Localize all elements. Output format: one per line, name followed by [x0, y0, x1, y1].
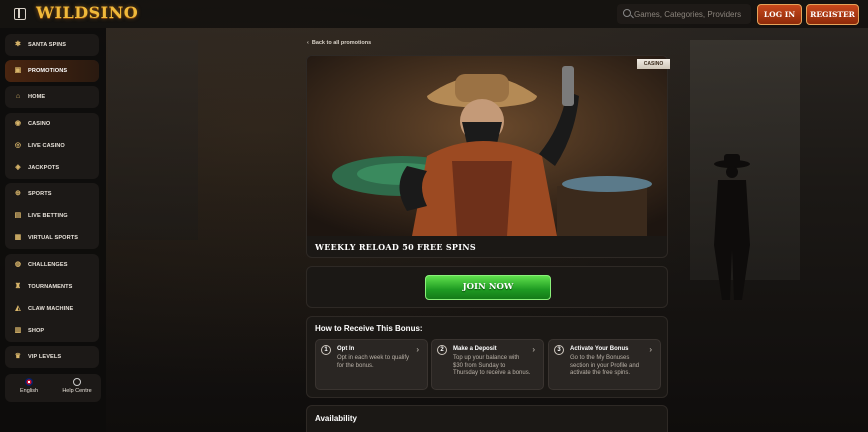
sidebar-item-santa-spins[interactable]: ✱ SANTA SPINS — [5, 34, 99, 56]
chevron-right-icon: › — [649, 345, 652, 354]
step-number: 1 — [321, 345, 331, 355]
sidebar-item-live-casino[interactable]: ◎ LIVE CASINO — [5, 135, 99, 157]
casino-badge: CASINO — [637, 59, 670, 69]
nav-group-extras: ◍ CHALLENGES ♜ TOURNAMENTS ◭ CLAW MACHIN… — [5, 254, 99, 342]
snowflake-icon: ✱ — [15, 41, 21, 48]
sidebar-item-label: PROMOTIONS — [28, 68, 68, 74]
sidebar-item-label: VIRTUAL SPORTS — [28, 235, 79, 241]
sidebar-item-tournaments[interactable]: ♜ TOURNAMENTS — [5, 276, 99, 298]
promotion-title: WEEKLY RELOAD 50 FREE SPINS — [315, 242, 476, 252]
background-building — [108, 40, 198, 240]
nav-group-promotions: ▣ PROMOTIONS — [5, 60, 99, 82]
availability-title: Availability — [315, 414, 357, 423]
challenges-icon: ◍ — [14, 261, 22, 268]
step-description: Opt in each week to qualify for the bonu… — [337, 355, 410, 369]
sidebar-item-vip-levels[interactable]: ♛ VIP LEVELS — [5, 346, 99, 368]
jackpot-icon: ◈ — [15, 164, 21, 171]
step-description: Top up your balance with $30 from Sunday… — [453, 355, 531, 377]
how-to-receive-card: How to Receive This Bonus: 1 Opt In Opt … — [306, 316, 668, 398]
cowboy-promo-image — [307, 56, 667, 236]
help-label: Help Centre — [62, 388, 92, 394]
join-card: JOIN NOW — [306, 266, 668, 308]
login-button[interactable]: LOG IN — [757, 4, 802, 25]
chevron-left-icon: ‹ — [307, 40, 309, 46]
sidebar-item-label: SHOP — [28, 328, 45, 334]
sidebar-item-label: HOME — [28, 94, 46, 100]
claw-icon: ◭ — [15, 305, 21, 312]
back-to-promotions-link[interactable]: ‹ Back to all promotions — [307, 40, 371, 46]
register-button[interactable]: REGISTER — [806, 4, 859, 25]
step-card[interactable]: 2 Make a Deposit Top up your balance wit… — [431, 339, 544, 390]
sidebar-item-label: TOURNAMENTS — [28, 284, 73, 290]
sidebar-item-home[interactable]: ⌂ HOME — [5, 86, 99, 108]
vip-icon: ♛ — [14, 353, 22, 360]
sidebar-item-jackpots[interactable]: ◈ JACKPOTS — [5, 157, 99, 179]
step-number: 2 — [437, 345, 447, 355]
top-header: WILDSINO LOG IN REGISTER — [0, 0, 868, 28]
sidebar-item-label: SANTA SPINS — [28, 42, 67, 48]
help-centre-button[interactable]: Help Centre — [55, 378, 99, 394]
step-title: Make a Deposit — [453, 346, 497, 352]
live-betting-icon: ▤ — [14, 212, 22, 219]
sidebar-item-challenges[interactable]: ◍ CHALLENGES — [5, 254, 99, 276]
sidebar-item-label: JACKPOTS — [28, 165, 60, 171]
sidebar-item-casino[interactable]: ◉ CASINO — [5, 113, 99, 135]
step-card[interactable]: 3 Activate Your Bonus Go to the My Bonus… — [548, 339, 661, 390]
home-icon: ⌂ — [15, 93, 21, 100]
sidebar-item-virtual-sports[interactable]: ▦ VIRTUAL SPORTS — [5, 227, 99, 249]
chevron-right-icon: › — [416, 345, 419, 354]
sports-ball-icon: ⊕ — [15, 190, 21, 197]
nav-group-vip: ♛ VIP LEVELS — [5, 346, 99, 368]
trophy-icon: ♜ — [14, 283, 22, 290]
gift-icon: ▣ — [14, 67, 22, 74]
promotion-card: WEEKLY RELOAD 50 FREE SPINS — [306, 55, 668, 258]
sidebar-footer: English Help Centre — [5, 374, 101, 402]
sidebar-item-label: CLAW MACHINE — [28, 306, 74, 312]
brand-logo[interactable]: WILDSINO — [36, 3, 138, 22]
sidebar-item-live-betting[interactable]: ▤ LIVE BETTING — [5, 205, 99, 227]
step-title: Activate Your Bonus — [570, 346, 629, 352]
join-now-button[interactable]: JOIN NOW — [425, 275, 551, 300]
sidebar-item-label: VIP LEVELS — [28, 354, 62, 360]
nav-group-sports: ⊕ SPORTS ▤ LIVE BETTING ▦ VIRTUAL SPORTS — [5, 183, 99, 249]
nav-group-casino: ◉ CASINO ◎ LIVE CASINO ◈ JACKPOTS — [5, 113, 99, 179]
search-box[interactable] — [617, 4, 751, 24]
cowboy-silhouette — [714, 154, 750, 300]
sidebar-item-label: LIVE CASINO — [28, 143, 65, 149]
sidebar-item-claw-machine[interactable]: ◭ CLAW MACHINE — [5, 298, 99, 320]
casino-chip-icon: ◉ — [14, 120, 22, 127]
live-casino-icon: ◎ — [14, 142, 22, 149]
sidebar-item-label: CASINO — [28, 121, 51, 127]
language-label: English — [19, 388, 39, 394]
language-selector[interactable]: English — [7, 378, 51, 394]
back-link-label: Back to all promotions — [311, 40, 372, 46]
sidebar-item-label: SPORTS — [28, 191, 52, 197]
step-title: Opt In — [337, 346, 355, 352]
sidebar-nav: ✱ SANTA SPINS ▣ PROMOTIONS ⌂ HOME ◉ CASI… — [0, 28, 106, 432]
sidebar-item-sports[interactable]: ⊕ SPORTS — [5, 183, 99, 205]
sidebar-item-label: LIVE BETTING — [28, 213, 68, 219]
how-to-receive-title: How to Receive This Bonus: — [315, 324, 423, 333]
virtual-sports-icon: ▦ — [14, 234, 22, 241]
nav-group-home: ⌂ HOME — [5, 86, 99, 108]
availability-card: Availability — [306, 405, 668, 432]
step-number: 3 — [554, 345, 564, 355]
nav-group-santa: ✱ SANTA SPINS — [5, 34, 99, 56]
search-icon — [623, 9, 631, 17]
help-icon — [73, 378, 81, 386]
search-input[interactable] — [634, 6, 749, 22]
shop-icon: ▥ — [14, 327, 22, 334]
sidebar-item-label: CHALLENGES — [28, 262, 68, 268]
step-description: Go to the My Bonuses section in your Pro… — [570, 355, 640, 377]
chevron-right-icon: › — [532, 345, 535, 354]
sidebar-item-promotions[interactable]: ▣ PROMOTIONS — [5, 60, 99, 82]
uk-flag-icon — [25, 378, 33, 386]
step-card[interactable]: 1 Opt In Opt in each week to qualify for… — [315, 339, 428, 390]
sidebar-toggle-icon[interactable] — [14, 8, 26, 20]
sidebar-item-shop[interactable]: ▥ SHOP — [5, 320, 99, 342]
